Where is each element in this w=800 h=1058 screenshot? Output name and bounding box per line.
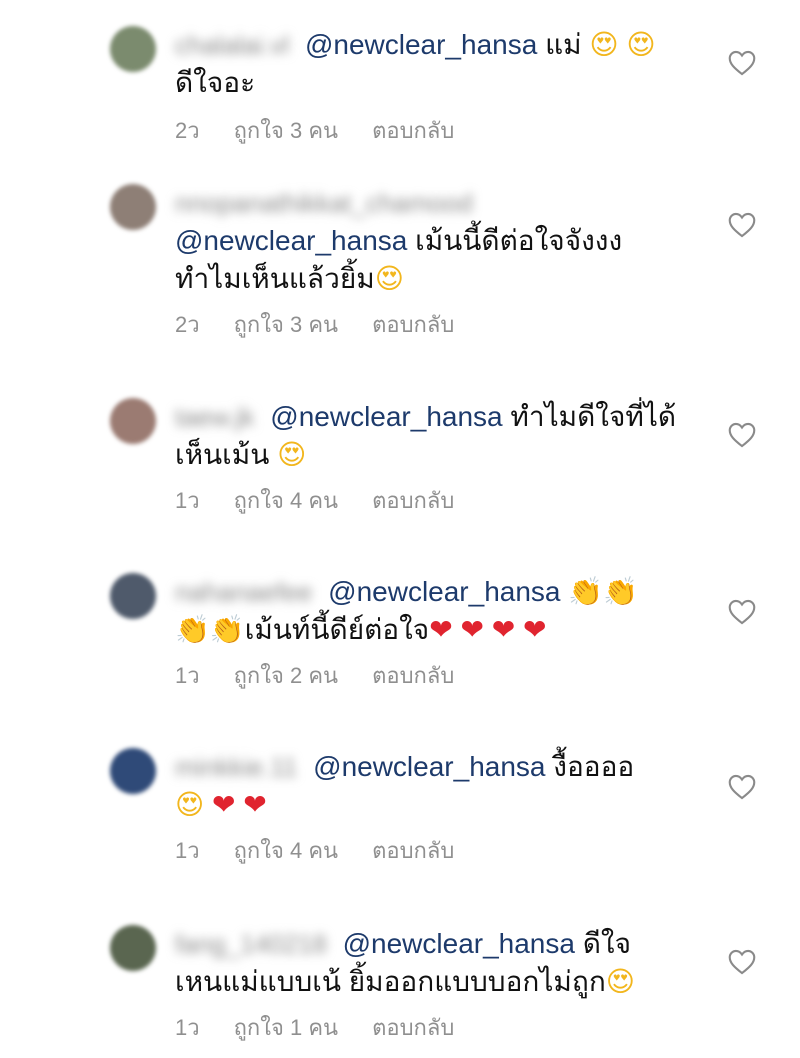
clap-emoji-icon: 👏 xyxy=(209,613,245,646)
like-count-link[interactable]: ถูกใจ 4 คน xyxy=(234,838,339,864)
like-count-link[interactable]: ถูกใจ 2 คน xyxy=(234,663,339,689)
comment-meta: 1ว ถูกใจ 4 คน ตอบกลับ xyxy=(175,838,454,864)
heart-emoji-icon: ❤ xyxy=(522,613,547,646)
comment-3: taew.jk @newclear_hansa ทำไมดีใจที่ได้ เ… xyxy=(0,360,800,555)
comment-age: 1ว xyxy=(175,488,200,513)
heart-outline-icon[interactable] xyxy=(728,422,756,448)
reply-link[interactable]: ตอบกลับ xyxy=(372,118,454,144)
heart-emoji-icon: ❤ xyxy=(491,613,516,646)
comment-body: ทำไมดีใจที่ได้ xyxy=(510,401,677,432)
comment-2: nnopanathikkat_chamood @newclear_hansa เ… xyxy=(0,170,800,360)
heart-outline-icon[interactable] xyxy=(728,774,756,800)
comment-body-line2: ดีใจอะ xyxy=(175,67,256,98)
username[interactable]: minkkie.11 xyxy=(175,748,297,786)
comment-body: ดีใจ xyxy=(582,928,631,959)
heart-eyes-emoji-icon: 😍 xyxy=(374,262,404,295)
comment-5: minkkie.11 @newclear_hansa งื้ออออ 😍 ❤ ❤… xyxy=(0,730,800,905)
clap-emoji-icon: 👏 xyxy=(568,575,604,608)
avatar[interactable] xyxy=(110,925,156,971)
comment-text: nahanaefee @newclear_hansa 👏👏 👏👏เม้นท์นี… xyxy=(175,573,690,649)
comment-body: แม่ xyxy=(545,29,582,60)
username[interactable]: fang_140218 xyxy=(175,925,327,963)
heart-eyes-emoji-icon: 😍 xyxy=(277,438,307,471)
comment-body-line2: เห็นเม้น xyxy=(175,439,270,470)
comment-age: 2ว xyxy=(175,312,200,337)
reply-link[interactable]: ตอบกลับ xyxy=(372,312,454,338)
mention-link[interactable]: @newclear_hansa xyxy=(343,928,575,959)
comment-age: 1ว xyxy=(175,838,200,863)
clap-emoji-icon: 👏 xyxy=(603,575,639,608)
heart-eyes-emoji-icon: 😍 xyxy=(605,965,635,998)
like-count-link[interactable]: ถูกใจ 4 คน xyxy=(234,488,339,514)
mention-link[interactable]: @newclear_hansa xyxy=(270,401,502,432)
mention-link[interactable]: @newclear_hansa xyxy=(175,225,407,256)
comment-text: fang_140218 @newclear_hansa ดีใจ เหนแม่แ… xyxy=(175,925,690,1001)
heart-outline-icon[interactable] xyxy=(728,599,756,625)
reply-link[interactable]: ตอบกลับ xyxy=(372,838,454,864)
avatar[interactable] xyxy=(110,184,156,230)
reply-link[interactable]: ตอบกลับ xyxy=(372,488,454,514)
mention-link[interactable]: @newclear_hansa xyxy=(328,576,560,607)
comment-meta: 1ว ถูกใจ 2 คน ตอบกลับ xyxy=(175,663,454,689)
username[interactable]: nahanaefee xyxy=(175,573,312,611)
heart-eyes-emoji-icon: 😍 xyxy=(589,28,619,61)
username[interactable]: nnopanathikkat_chamood xyxy=(175,184,473,222)
heart-emoji-icon: ❤ xyxy=(429,613,453,646)
avatar[interactable] xyxy=(110,398,156,444)
comment-meta: 1ว ถูกใจ 1 คน ตอบกลับ xyxy=(175,1015,454,1041)
comment-body: เม้นท์นี้ดีย์ต่อใจ xyxy=(244,614,430,645)
heart-eyes-emoji-icon: 😍 xyxy=(626,28,656,61)
comment-1: chalalai.vl @newclear_hansa แม่ 😍 😍 ดีใจ… xyxy=(0,0,800,170)
heart-emoji-icon: ❤ xyxy=(211,788,236,821)
comment-text: chalalai.vl @newclear_hansa แม่ 😍 😍 ดีใจ… xyxy=(175,26,690,102)
clap-emoji-icon: 👏 xyxy=(175,613,210,646)
heart-outline-icon[interactable] xyxy=(728,949,756,975)
comment-meta: 1ว ถูกใจ 4 คน ตอบกลับ xyxy=(175,488,454,514)
username[interactable]: taew.jk xyxy=(175,398,255,436)
username[interactable]: chalalai.vl xyxy=(175,26,289,64)
comment-age: 2ว xyxy=(175,118,200,143)
heart-outline-icon[interactable] xyxy=(728,50,756,76)
comment-body: งื้ออออ xyxy=(553,751,635,782)
like-count-link[interactable]: ถูกใจ 3 คน xyxy=(234,312,339,338)
heart-eyes-emoji-icon: 😍 xyxy=(175,788,205,821)
heart-emoji-icon: ❤ xyxy=(460,613,484,646)
heart-emoji-icon: ❤ xyxy=(243,788,267,821)
comment-meta: 2ว ถูกใจ 3 คน ตอบกลับ xyxy=(175,118,454,144)
avatar[interactable] xyxy=(110,748,156,794)
comment-4: nahanaefee @newclear_hansa 👏👏 👏👏เม้นท์นี… xyxy=(0,555,800,730)
comment-body-line2: ทำไมเห็นแล้วยิ้ม xyxy=(175,263,375,294)
comment-body-line2: เหนแม่แบบเน้ ยิ้มออกแบบบอกไม่ถูก xyxy=(175,966,606,997)
comment-text: taew.jk @newclear_hansa ทำไมดีใจที่ได้ เ… xyxy=(175,398,690,474)
reply-link[interactable]: ตอบกลับ xyxy=(372,1015,454,1041)
like-count-link[interactable]: ถูกใจ 1 คน xyxy=(234,1015,339,1041)
comment-age: 1ว xyxy=(175,663,200,688)
comment-text: nnopanathikkat_chamood @newclear_hansa เ… xyxy=(175,184,690,298)
heart-outline-icon[interactable] xyxy=(728,212,756,238)
comment-body: เม้นนี้ดีต่อใจจังงง xyxy=(415,225,623,256)
comment-meta: 2ว ถูกใจ 3 คน ตอบกลับ xyxy=(175,312,454,338)
reply-link[interactable]: ตอบกลับ xyxy=(372,663,454,689)
comment-text: minkkie.11 @newclear_hansa งื้ออออ 😍 ❤ ❤ xyxy=(175,748,690,824)
mention-link[interactable]: @newclear_hansa xyxy=(305,29,537,60)
like-count-link[interactable]: ถูกใจ 3 คน xyxy=(234,118,339,144)
mention-link[interactable]: @newclear_hansa xyxy=(313,751,545,782)
avatar[interactable] xyxy=(110,573,156,619)
avatar[interactable] xyxy=(110,26,156,72)
comment-age: 1ว xyxy=(175,1015,200,1040)
comment-6: fang_140218 @newclear_hansa ดีใจ เหนแม่แ… xyxy=(0,905,800,1058)
